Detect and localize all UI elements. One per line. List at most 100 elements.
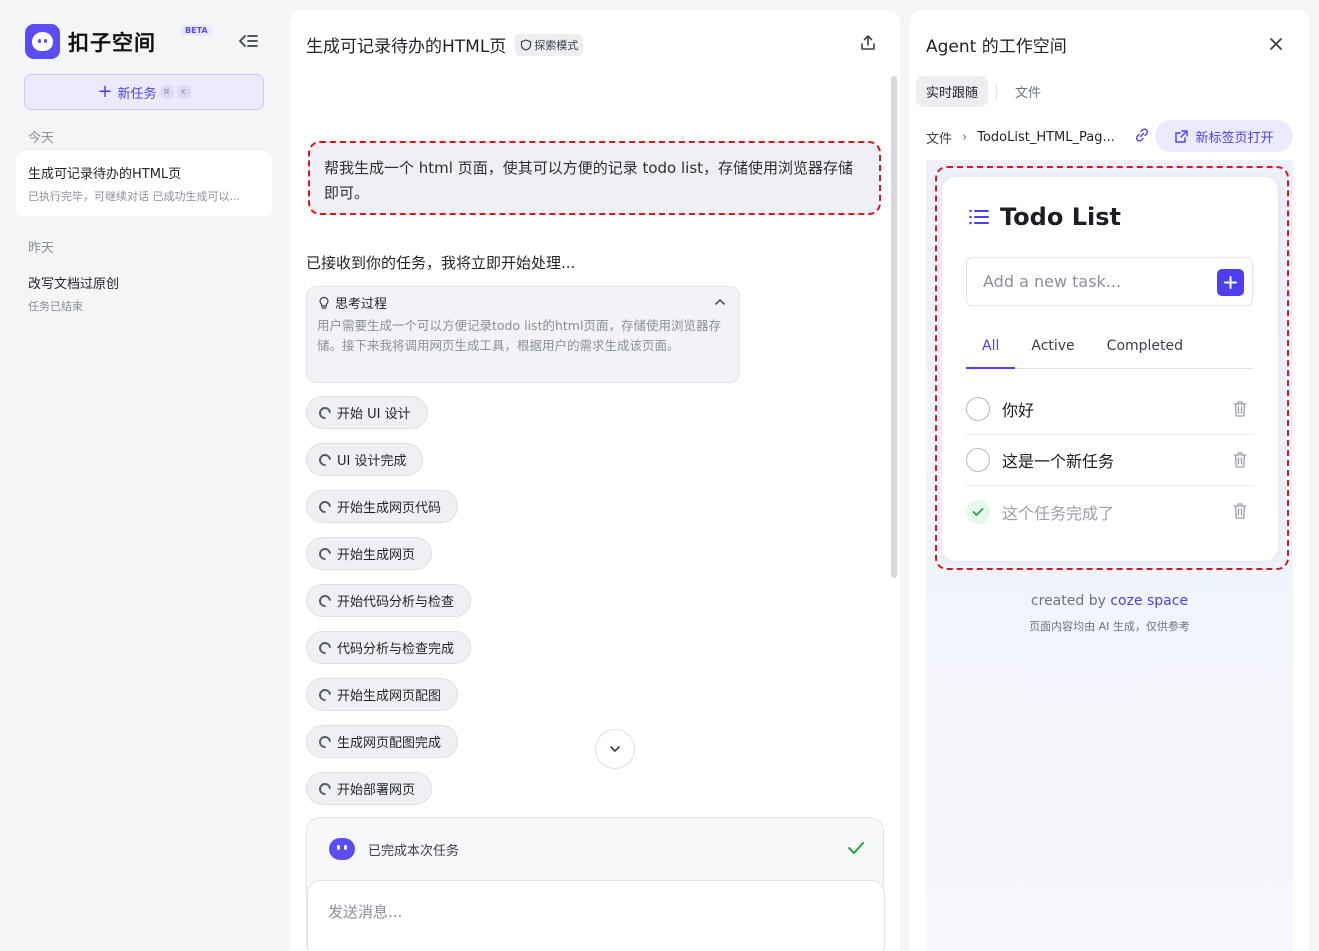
history-item-title: 生成可记录待办的HTML页	[28, 167, 182, 182]
plus-icon	[1224, 276, 1237, 289]
mode-badge[interactable]: 探索模式	[515, 33, 584, 56]
todo-checkbox[interactable]	[966, 448, 990, 472]
history-item-title: 改写文档过原创	[28, 277, 120, 292]
add-task-button[interactable]	[1217, 269, 1244, 296]
credit-line: created by coze space	[926, 593, 1293, 609]
close-icon[interactable]	[1266, 34, 1286, 54]
chat-scrollbar[interactable]	[891, 76, 897, 578]
external-link-icon	[1175, 129, 1189, 143]
collapse-sidebar-icon[interactable]	[236, 30, 260, 52]
task-status-row: 已完成本次任务	[329, 838, 459, 860]
step-chip[interactable]: 开始生成网页	[306, 537, 433, 570]
tab-live-follow[interactable]: 实时跟随	[916, 76, 989, 107]
open-new-tab-button[interactable]: 新标签页打开	[1155, 120, 1293, 152]
sidebar: 扣子空间 BETA + 新任务 ⌘ K 今天 生成可记录待办的HTML页 已执行…	[0, 0, 288, 951]
app-name: 扣子空间	[68, 30, 156, 55]
check-icon	[972, 507, 984, 516]
step-chip[interactable]: 代码分析与检查完成	[306, 631, 472, 664]
step-chip[interactable]: UI 设计完成	[306, 443, 424, 476]
spinner-icon	[316, 780, 334, 797]
todo-item: 这是一个新任务	[966, 435, 1253, 486]
app-logo[interactable]: 扣子空间 BETA	[25, 24, 212, 59]
todo-text: 这个任务完成了	[1002, 503, 1115, 523]
step-chip[interactable]: 开始部署网页	[306, 772, 433, 805]
mode-badge-label: 探索模式	[534, 38, 579, 52]
filter-tabs: All Active Completed	[966, 326, 1253, 369]
step-chip[interactable]: 开始 UI 设计	[306, 396, 428, 429]
new-task-input[interactable]: Add a new task...	[966, 257, 1253, 306]
filter-all[interactable]: All	[966, 326, 1016, 369]
step-label: 开始生成网页	[337, 548, 416, 563]
chevron-right-icon: ›	[962, 130, 968, 145]
step-label: 代码分析与检查完成	[337, 642, 455, 657]
workspace-tabs: 实时跟随 文件	[916, 76, 1051, 107]
breadcrumb-file[interactable]: TodoList_HTML_Pag...	[977, 130, 1115, 145]
todo-item: 这个任务完成了	[966, 486, 1253, 537]
tab-files[interactable]: 文件	[1005, 76, 1051, 107]
share-icon[interactable]	[858, 33, 878, 53]
spinner-icon	[316, 498, 334, 515]
filter-active[interactable]: Active	[1015, 326, 1090, 369]
assistant-ack-text: 已接收到你的任务，我将立即开始处理...	[306, 254, 576, 272]
step-chip[interactable]: 生成网页配图完成	[306, 725, 459, 758]
todo-text: 你好	[1002, 401, 1035, 420]
plus-icon: +	[97, 81, 113, 102]
history-item[interactable]: 改写文档过原创 任务已结束	[16, 261, 272, 326]
filter-completed[interactable]: Completed	[1091, 326, 1199, 369]
trash-icon[interactable]	[1232, 502, 1248, 520]
trash-icon[interactable]	[1232, 451, 1248, 469]
todo-card: Todo List Add a new task... All Active C…	[942, 177, 1278, 561]
task-status-card: 已完成本次任务 发送消息...	[306, 817, 885, 951]
trash-icon[interactable]	[1232, 400, 1248, 418]
step-label: UI 设计完成	[337, 454, 407, 469]
todo-checkbox-checked[interactable]	[966, 499, 990, 524]
spinner-icon	[316, 733, 334, 750]
todo-text: 这是一个新任务	[1002, 452, 1115, 471]
chat-panel: 生成可记录待办的HTML页 探索模式 帮我生成一个 html 页面，使其可以方便…	[290, 10, 900, 951]
link-icon[interactable]	[1134, 127, 1150, 143]
todo-item: 你好	[966, 384, 1253, 435]
step-chip[interactable]: 开始生成网页配图	[306, 678, 459, 711]
lightbulb-icon	[319, 296, 329, 309]
new-task-button[interactable]: + 新任务 ⌘ K	[24, 74, 264, 110]
step-chip[interactable]: 开始代码分析与检查	[306, 584, 472, 617]
thinking-body: 用户需要生成一个可以方便记录todo list的html页面，存储使用浏览器存储…	[317, 318, 721, 353]
credit-note: 页面内容均由 AI 生成，仅供参考	[1029, 620, 1190, 633]
breadcrumb-root[interactable]: 文件	[926, 128, 952, 147]
new-task-label: 新任务	[117, 86, 157, 102]
task-status-text: 已完成本次任务	[368, 843, 460, 859]
history-item-subtitle: 任务已结束	[28, 300, 83, 313]
chevron-up-icon[interactable]	[713, 295, 727, 309]
step-label: 生成网页配图完成	[337, 736, 442, 751]
new-task-placeholder: Add a new task...	[983, 272, 1122, 291]
user-message: 帮我生成一个 html 页面，使其可以方便的记录 todo list，存储使用浏…	[308, 141, 881, 215]
list-icon	[969, 209, 989, 225]
check-icon	[848, 842, 864, 854]
message-input[interactable]: 发送消息...	[307, 880, 885, 951]
credit-brand-link[interactable]: coze space	[1110, 593, 1188, 609]
spinner-icon	[316, 639, 334, 656]
spinner-icon	[316, 686, 334, 703]
shortcut-key-k: K	[176, 85, 191, 99]
chat-title: 生成可记录待办的HTML页	[306, 37, 507, 57]
shortcut-key-cmd: ⌘	[159, 85, 174, 99]
section-label-today: 今天	[28, 131, 55, 146]
scroll-down-button[interactable]	[595, 729, 635, 769]
step-chip[interactable]: 开始生成网页代码	[306, 490, 459, 523]
open-new-tab-label: 新标签页打开	[1195, 130, 1274, 146]
history-item[interactable]: 生成可记录待办的HTML页 已执行完毕，可继续对话 已成功生成可以...	[16, 151, 272, 216]
thinking-header[interactable]: 思考过程	[317, 293, 729, 312]
credit-prefix: created by	[1030, 593, 1106, 609]
todo-checkbox[interactable]	[966, 397, 990, 421]
workspace-panel: Agent 的工作空间 实时跟随 文件 文件 › TodoList_HTML_P…	[910, 10, 1309, 951]
breadcrumb: 文件 › TodoList_HTML_Pag...	[926, 128, 1115, 147]
beta-badge: BETA	[181, 25, 212, 36]
spinner-icon	[316, 545, 334, 562]
chat-header: 生成可记录待办的HTML页 探索模式	[306, 32, 584, 57]
thinking-panel[interactable]: 思考过程 用户需要生成一个可以方便记录todo list的html页面，存储使用…	[306, 286, 740, 383]
step-label: 开始代码分析与检查	[337, 595, 455, 610]
tab-divider	[996, 82, 998, 101]
step-label: 开始部署网页	[337, 783, 416, 798]
step-label: 开始 UI 设计	[337, 407, 411, 422]
webpage-preview: Todo List Add a new task... All Active C…	[926, 160, 1293, 951]
